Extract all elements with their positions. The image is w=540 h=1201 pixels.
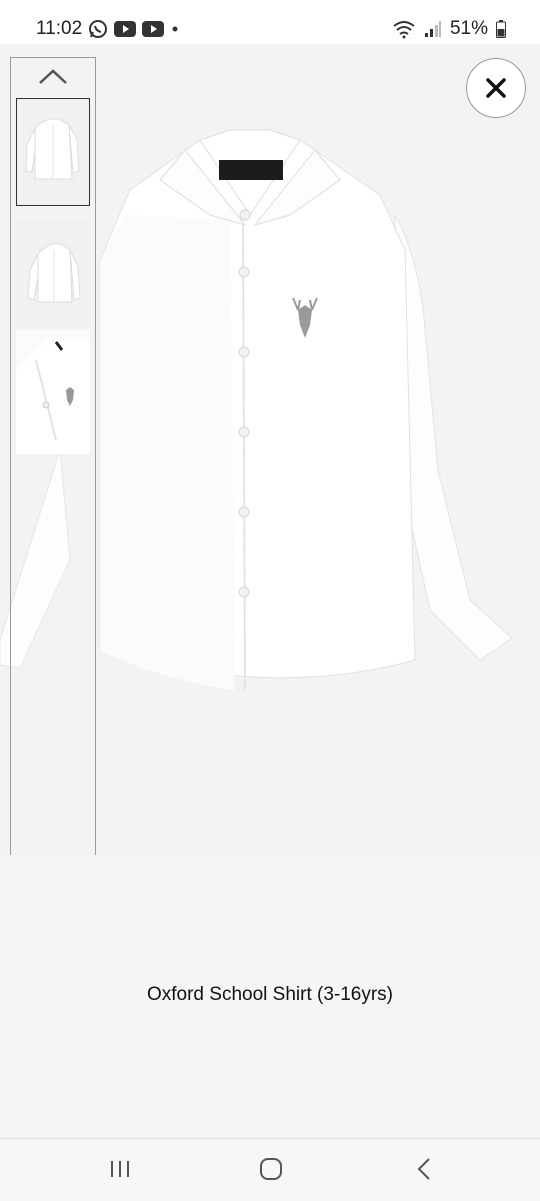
close-button[interactable] [466, 58, 526, 118]
status-bar: 11:02 51% [0, 0, 540, 44]
status-time: 11:02 [36, 18, 83, 39]
notification-icons [88, 19, 180, 39]
system-icons: 51% [392, 18, 506, 40]
whatsapp-icon [89, 20, 107, 38]
recent-apps-icon[interactable] [108, 1157, 132, 1181]
home-icon[interactable] [258, 1156, 284, 1182]
thumbnail-2[interactable] [16, 220, 90, 328]
system-navigation-bar [0, 1138, 540, 1201]
youtube-icon [114, 21, 136, 37]
thumbnail-1[interactable] [16, 98, 90, 206]
wifi-icon [393, 21, 415, 39]
signal-icon [424, 21, 441, 37]
product-title: Oxford School Shirt (3-16yrs) [146, 984, 394, 1005]
thumbnail-image [16, 330, 90, 454]
chevron-up-icon [39, 69, 67, 84]
thumbnail-3[interactable] [16, 330, 90, 454]
thumbnail-image [17, 99, 89, 205]
back-icon[interactable] [414, 1156, 434, 1182]
youtube-icon [142, 21, 164, 37]
battery-percent: 51% [449, 18, 488, 39]
battery-icon [496, 20, 506, 38]
thumbnail-image [16, 220, 90, 328]
thumbnail-scroll-up-button[interactable] [38, 68, 68, 91]
close-icon [486, 78, 506, 98]
dot-icon [172, 26, 178, 32]
